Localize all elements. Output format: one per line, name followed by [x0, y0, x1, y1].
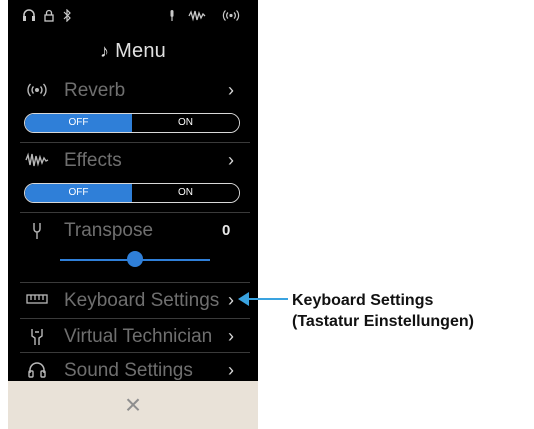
- menu-item-label: Sound Settings: [64, 360, 193, 381]
- lock-icon: [44, 9, 54, 25]
- divider: [20, 282, 250, 283]
- menu-item-virtual-technician[interactable]: Virtual Technician ›: [8, 320, 258, 354]
- chevron-right-icon: ›: [228, 290, 234, 310]
- effects-toggle[interactable]: OFF ON: [24, 183, 240, 203]
- reverb-icon: [24, 82, 50, 100]
- menu-item-reverb[interactable]: Reverb ›: [8, 74, 258, 108]
- reverb-icon: [222, 9, 240, 25]
- callout-arrow-head-icon: [238, 292, 249, 306]
- menu-item-label: Keyboard Settings: [64, 290, 220, 311]
- divider: [20, 318, 250, 319]
- transpose-value: 0: [222, 222, 231, 239]
- bluetooth-icon: [63, 8, 71, 25]
- menu-item-label: Effects: [64, 150, 122, 171]
- reverb-toggle[interactable]: OFF ON: [24, 113, 240, 133]
- phone-screen: ♪ Menu Reverb › OFF ON Effects › OFF ON T…: [8, 0, 258, 429]
- chevron-right-icon: ›: [228, 360, 234, 380]
- callout-arrow-line: [246, 298, 288, 300]
- technician-icon: [24, 328, 50, 346]
- divider: [20, 142, 250, 143]
- menu-item-effects[interactable]: Effects ›: [8, 144, 258, 178]
- close-button[interactable]: ×: [8, 381, 258, 429]
- menu-item-label: Transpose: [64, 220, 154, 241]
- chevron-right-icon: ›: [228, 150, 234, 170]
- divider: [20, 352, 250, 353]
- headphones-icon: [22, 9, 36, 25]
- effects-icon: [24, 152, 50, 170]
- menu-item-label: Reverb: [64, 80, 126, 101]
- effects-icon: [188, 9, 206, 25]
- transpose-slider-thumb[interactable]: [127, 251, 143, 267]
- music-note-icon: ♪: [99, 41, 110, 61]
- chevron-right-icon: ›: [228, 80, 234, 100]
- menu-item-label: Virtual Technician: [64, 326, 213, 347]
- callout-line-2: (Tastatur Einstellungen): [292, 313, 474, 330]
- menu-title-text: Menu: [115, 40, 167, 62]
- effects-on-option[interactable]: ON: [132, 184, 239, 202]
- menu-item-transpose: Transpose 0: [8, 214, 258, 248]
- status-bar: [8, 0, 258, 34]
- page-title: ♪ Menu: [8, 40, 258, 63]
- reverb-on-option[interactable]: ON: [132, 114, 239, 132]
- effects-off-option[interactable]: OFF: [25, 184, 132, 202]
- callout-line-1: Keyboard Settings: [292, 292, 434, 309]
- close-icon: ×: [124, 389, 142, 420]
- divider: [20, 212, 250, 213]
- keyboard-icon: [24, 292, 50, 310]
- menu-item-keyboard-settings[interactable]: Keyboard Settings ›: [8, 284, 258, 318]
- microphone-icon: [168, 9, 176, 25]
- tuning-fork-icon: [24, 222, 50, 240]
- reverb-off-option[interactable]: OFF: [25, 114, 132, 132]
- callout-label: Keyboard Settings (Tastatur Einstellunge…: [292, 290, 474, 332]
- chevron-right-icon: ›: [228, 326, 234, 346]
- headphones-icon: [24, 362, 50, 380]
